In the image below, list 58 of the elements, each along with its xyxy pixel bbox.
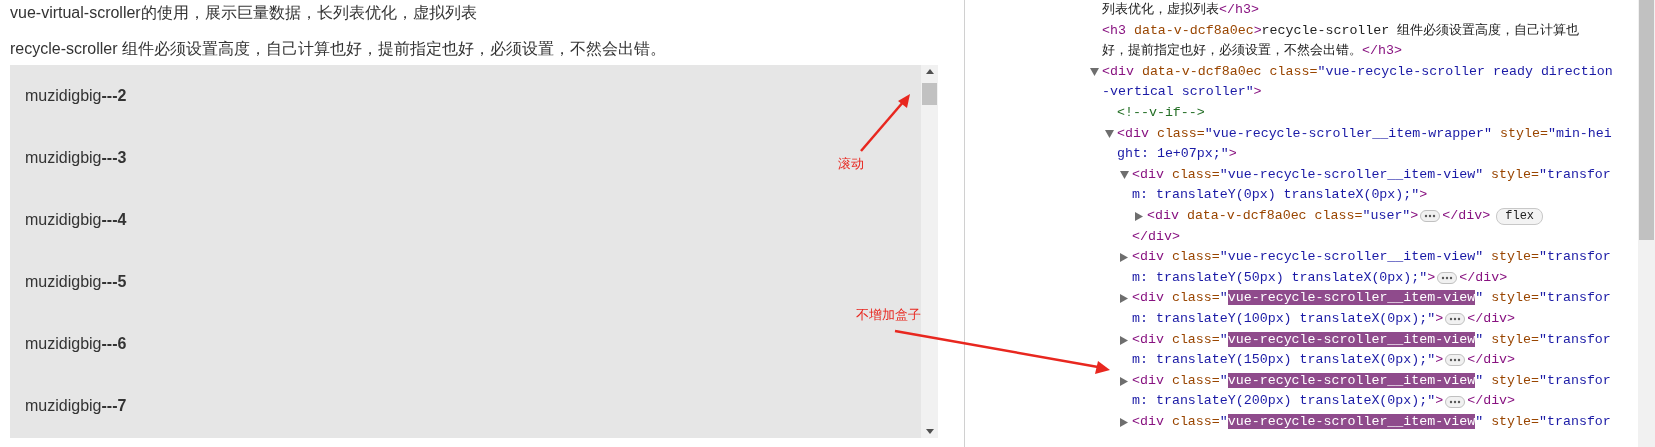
code-text: ght: 1e+07px;">	[1117, 145, 1237, 164]
page-subheading: recycle-scroller 组件必须设置高度，自己计算也好，提前指定也好，必须设置，不然会出错。	[10, 39, 666, 59]
ellipsis-icon[interactable]	[1437, 272, 1458, 284]
scroll-down-icon[interactable]	[925, 429, 934, 434]
devtools-scrollbar[interactable]	[1638, 0, 1655, 447]
list-item: muzidigbig---7	[25, 396, 127, 416]
annotation-arrow	[858, 92, 912, 154]
list-item: muzidigbig---4	[25, 210, 127, 230]
annotation-label: 滚动	[838, 155, 864, 173]
list-item: muzidigbig---3	[25, 148, 127, 168]
code-text: </div>	[1459, 268, 1508, 287]
list-item: muzidigbig---5	[25, 272, 127, 292]
caret-down-icon[interactable]	[1105, 129, 1114, 138]
annotation-label: 不增加盒子	[856, 306, 921, 324]
ellipsis-icon[interactable]	[1445, 313, 1466, 326]
caret-right-icon[interactable]	[1120, 417, 1128, 427]
caret-down-icon[interactable]	[1120, 170, 1129, 179]
code-text: 好，提前指定也好，必须设置，不然会出错。</h3>	[1102, 42, 1402, 61]
layout-badge[interactable]: flex	[1496, 207, 1544, 225]
code-text: </div>	[1467, 309, 1516, 328]
caret-right-icon[interactable]	[1120, 335, 1128, 345]
code-text: <!--v-if-->	[1117, 103, 1205, 122]
caret-down-icon[interactable]	[1090, 67, 1099, 76]
code-text: </div>	[1467, 351, 1516, 370]
code-text: <div class="vue-recycle-scroller__item-view" style="transfor	[1132, 412, 1611, 431]
caret-right-icon[interactable]	[1120, 253, 1128, 263]
code-text: 列表优化，虚拟列表</h3>	[1102, 1, 1259, 19]
code-text: <div data-v-dcf8a0ec class="vue-recycle-scroller ready direction	[1102, 62, 1613, 81]
code-text: <h3 data-v-dcf8a0ec>recycle-scroller 组件必须设置高度，自己计算也	[1102, 21, 1580, 40]
caret-right-icon[interactable]	[1120, 294, 1128, 304]
code-text: -vertical scroller">	[1102, 83, 1262, 102]
ellipsis-icon[interactable]	[1420, 210, 1441, 223]
code-text: m: translateY(0px) translateX(0px);">	[1132, 186, 1428, 205]
code-text: <div class="vue-recycle-scroller__item-wrapper" style="min-hei	[1117, 124, 1612, 143]
code-text: <div class="vue-recycle-scroller__item-view" style="transfor	[1132, 165, 1611, 184]
code-text: <div class="vue-recycle-scroller__item-view" style="transfor	[1132, 330, 1611, 349]
caret-right-icon[interactable]	[1135, 211, 1143, 221]
code-text: </div>	[1132, 227, 1180, 246]
code-text: m: translateY(200px) translateX(0px);">	[1132, 392, 1444, 411]
scroll-up-icon[interactable]	[925, 69, 934, 74]
scrollbar-thumb[interactable]	[922, 83, 937, 105]
list-item: muzidigbig---2	[25, 86, 127, 106]
list-item: muzidigbig---6	[25, 334, 127, 354]
code-text: <div class="vue-recycle-scroller__item-view" style="transfor	[1132, 289, 1611, 308]
code-text: </div>	[1442, 206, 1491, 225]
ellipsis-icon[interactable]	[1445, 354, 1466, 367]
code-text: <div data-v-dcf8a0ec class="user">	[1147, 206, 1419, 225]
code-text: <div class="vue-recycle-scroller__item-view" style="transfor	[1132, 248, 1611, 267]
code-text: </div>	[1467, 392, 1516, 411]
code-text: <div class="vue-recycle-scroller__item-view" style="transfor	[1132, 371, 1611, 390]
code-text: m: translateY(150px) translateX(0px);">	[1132, 351, 1444, 370]
ellipsis-icon[interactable]	[1445, 395, 1466, 408]
code-text: m: translateY(100px) translateX(0px);">	[1132, 309, 1444, 328]
scrollbar-thumb[interactable]	[1639, 0, 1654, 240]
code-text: m: translateY(50px) translateX(0px);">	[1132, 268, 1436, 287]
page-heading: vue-virtual-scroller的使用，展示巨量数据，长列表优化，虚拟列表	[10, 3, 477, 23]
scrollbar[interactable]	[921, 65, 938, 438]
caret-right-icon[interactable]	[1120, 376, 1128, 386]
